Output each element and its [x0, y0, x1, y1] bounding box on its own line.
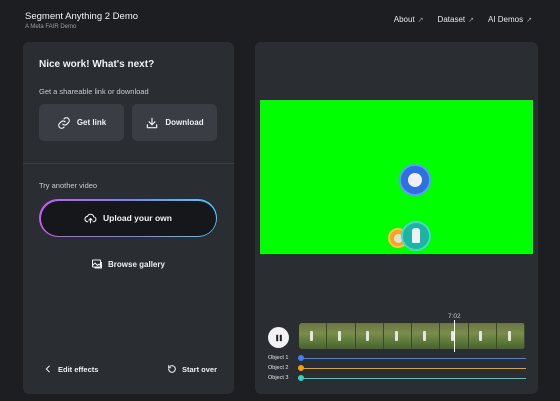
- video-player-panel: 7:02 Object 1 Object 2 Object 3: [255, 42, 538, 394]
- app-title: Segment Anything 2 Demo: [25, 11, 139, 22]
- nav-about-label: About: [393, 15, 415, 24]
- app-subtitle: A Meta FAIR Demo: [25, 24, 77, 30]
- video-canvas[interactable]: [260, 100, 533, 254]
- download-label: Download: [165, 118, 204, 127]
- object-track-line: [298, 375, 526, 381]
- object-track-2[interactable]: Object 2: [268, 365, 526, 371]
- external-arrow-icon: ↗: [526, 16, 532, 24]
- nav-about[interactable]: About ↗: [394, 15, 424, 24]
- object-track-label: Object 3: [268, 375, 289, 381]
- playhead[interactable]: [454, 320, 455, 352]
- frame-thumbnail: [496, 323, 525, 349]
- start-over-label: Start over: [182, 364, 218, 374]
- pause-icon: [275, 334, 282, 341]
- panel-divider: [23, 163, 234, 164]
- edit-effects-label: Edit effects: [58, 364, 99, 374]
- nav-ai-demos[interactable]: AI Demos ↗: [488, 15, 532, 24]
- object-track-dot[interactable]: [298, 365, 304, 371]
- object-track-1[interactable]: Object 1: [268, 355, 526, 361]
- person-shape: [412, 228, 420, 243]
- frame-thumbnail: [412, 323, 441, 349]
- object-track-line: [298, 365, 526, 371]
- chevron-left-icon: [45, 365, 50, 373]
- download-button[interactable]: Download: [132, 104, 217, 141]
- nav-dataset-label: Dataset: [437, 15, 466, 24]
- upload-label: Upload your own: [103, 213, 172, 223]
- frame-thumbnail: [299, 323, 328, 349]
- browse-gallery-label: Browse gallery: [108, 259, 165, 269]
- download-icon: [147, 117, 158, 128]
- upload-cloud-icon: [84, 213, 97, 223]
- top-nav: About ↗ Dataset ↗ AI Demos ↗: [394, 15, 532, 24]
- panel-heading: Nice work! What's next?: [39, 59, 155, 70]
- frame-thumbnail: [327, 323, 356, 349]
- get-link-button[interactable]: Get link: [39, 104, 124, 141]
- nav-dataset[interactable]: Dataset ↗: [438, 15, 474, 24]
- object-track-dot[interactable]: [298, 355, 304, 361]
- external-arrow-icon: ↗: [417, 16, 424, 24]
- frame-thumbnail: [468, 323, 497, 349]
- start-over-button[interactable]: Start over: [167, 364, 217, 374]
- object-3-mask: [401, 221, 431, 251]
- share-panel: Nice work! What's next? Get a shareable …: [23, 42, 234, 394]
- object-1-mask: [399, 164, 431, 196]
- share-section-label: Get a shareable link or download: [39, 87, 149, 96]
- object-track-line: [298, 355, 526, 361]
- upload-video-button[interactable]: Upload your own: [39, 199, 217, 237]
- frame-thumbnail: [383, 323, 412, 349]
- get-link-label: Get link: [76, 118, 107, 127]
- nav-ai-demos-label: AI Demos: [488, 15, 524, 24]
- restart-icon: [168, 365, 176, 373]
- browse-gallery-button[interactable]: Browse gallery: [39, 255, 217, 273]
- playhead-time: 7:02: [448, 313, 461, 320]
- timeline-filmstrip[interactable]: [299, 323, 525, 349]
- object-track-label: Object 1: [268, 355, 289, 361]
- gallery-icon: [92, 259, 103, 269]
- try-another-label: Try another video: [39, 181, 98, 190]
- link-icon: [58, 116, 70, 129]
- edit-effects-button[interactable]: Edit effects: [43, 364, 98, 374]
- external-arrow-icon: ↗: [468, 16, 474, 24]
- frame-thumbnail: [355, 323, 384, 349]
- object-track-3[interactable]: Object 3: [268, 375, 526, 381]
- object-track-dot[interactable]: [298, 375, 304, 381]
- ball-shape: [408, 173, 422, 187]
- pause-button[interactable]: [268, 327, 289, 348]
- object-track-label: Object 2: [268, 365, 289, 371]
